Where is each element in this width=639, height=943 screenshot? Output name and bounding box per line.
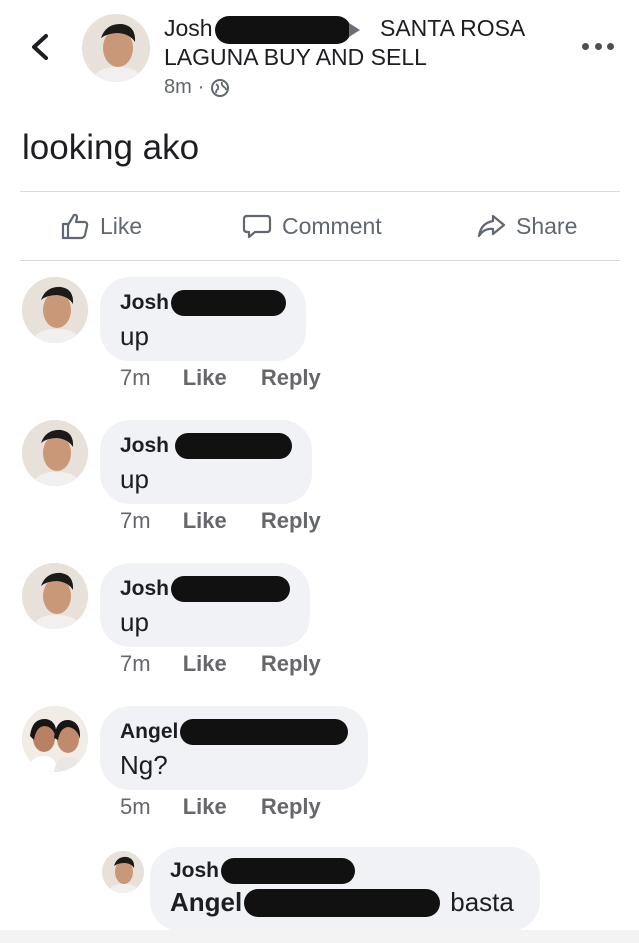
redaction-bar [244, 888, 441, 917]
more-options-button[interactable] [582, 36, 614, 56]
commenter-avatar[interactable] [22, 420, 88, 486]
comment-text: up [120, 607, 149, 637]
post-actions: Like Comment Share [0, 192, 639, 260]
comment-time: 7m [120, 508, 151, 533]
comment-meta: 7m Like Reply [120, 651, 349, 677]
commenter-name-row: Josh [120, 432, 292, 460]
redaction-bar [180, 719, 348, 745]
comment-bubble: Josh up [100, 277, 306, 361]
author-name[interactable]: Josh [164, 15, 213, 41]
post-meta: 8m · [164, 76, 230, 99]
arrow-right-icon [348, 22, 360, 37]
commenter-name[interactable]: Josh [120, 577, 169, 601]
reply-bubble: Josh Angel basta [150, 847, 540, 931]
commenter-avatar[interactable] [22, 706, 88, 772]
share-label: Share [516, 212, 578, 239]
group-name-line1[interactable]: SANTA ROSA [380, 15, 525, 41]
more-dot [582, 42, 589, 50]
redaction-bar [171, 576, 290, 602]
comment-time: 7m [120, 365, 151, 390]
like-button[interactable]: Like [60, 192, 142, 260]
post-time[interactable]: 8m [164, 76, 192, 99]
comment-time: 5m [120, 794, 151, 819]
share-button[interactable]: Share [476, 192, 577, 260]
comment-bubble: Angel Ng? [100, 706, 368, 790]
profile-photo [22, 420, 88, 486]
profile-photo [102, 851, 144, 893]
redaction-bar [214, 15, 351, 44]
chevron-left-icon [32, 34, 48, 60]
commenter-avatar[interactable] [22, 277, 88, 343]
commenter-name-row: Josh [120, 289, 286, 317]
reply-text-row: Angel basta [170, 887, 520, 918]
comment-icon [242, 214, 272, 239]
redaction-bar [171, 290, 286, 316]
comment-reply-button[interactable]: Reply [261, 794, 321, 819]
post-body: looking ako [22, 128, 200, 167]
comment-bubble: Josh up [100, 563, 310, 647]
replier-name-row: Josh [170, 857, 520, 885]
post-title[interactable]: Josh SANTA ROSA LAGUNA BUY AND SELL [164, 14, 564, 72]
commenter-name-row: Angel [120, 718, 348, 746]
mention-name[interactable]: Angel [170, 887, 242, 918]
profile-photo [22, 706, 88, 772]
like-label: Like [100, 212, 143, 239]
reply-text: basta [450, 887, 514, 917]
globe-icon [211, 78, 230, 97]
comment-reply-button[interactable]: Reply [261, 651, 321, 676]
commenter-avatar[interactable] [22, 563, 88, 629]
share-arrow-icon [477, 214, 506, 238]
replier-avatar[interactable] [102, 851, 144, 893]
redaction-bar [175, 433, 292, 459]
replier-name[interactable]: Josh [170, 859, 219, 883]
comment-like-button[interactable]: Like [183, 651, 227, 676]
comment-text: up [120, 464, 149, 494]
comment-time: 7m [120, 651, 151, 676]
back-button[interactable] [28, 30, 52, 64]
comment-button[interactable]: Comment [242, 192, 382, 260]
author-avatar[interactable] [82, 14, 150, 82]
comment-reply-button[interactable]: Reply [261, 508, 321, 533]
profile-photo [22, 277, 88, 343]
comment-meta: 5m Like Reply [120, 794, 349, 820]
group-name-line2[interactable]: LAGUNA BUY AND SELL [164, 43, 564, 72]
redaction-bar [221, 858, 356, 884]
divider [20, 260, 620, 261]
post-header: Josh SANTA ROSA LAGUNA BUY AND SELL 8m · [0, 0, 639, 110]
meta-separator: · [197, 76, 205, 98]
comment-like-button[interactable]: Like [183, 794, 227, 819]
commenter-name[interactable]: Angel [120, 720, 178, 744]
bottom-edge [0, 930, 639, 943]
comment-like-button[interactable]: Like [183, 508, 227, 533]
comment-label: Comment [282, 212, 382, 239]
profile-photo [82, 14, 150, 82]
comment-reply-button[interactable]: Reply [261, 365, 321, 390]
profile-photo [22, 563, 88, 629]
more-dot [607, 42, 614, 50]
comment-meta: 7m Like Reply [120, 508, 349, 534]
commenter-name-row: Josh [120, 575, 290, 603]
comment-text: up [120, 321, 149, 351]
more-dot [594, 42, 602, 50]
comment-like-button[interactable]: Like [183, 365, 227, 390]
thumbs-up-icon [61, 213, 89, 240]
comment-meta: 7m Like Reply [120, 365, 349, 391]
commenter-name[interactable]: Josh [120, 434, 169, 458]
comment-bubble: Josh up [100, 420, 312, 504]
commenter-name[interactable]: Josh [120, 291, 169, 315]
comment-text: Ng? [120, 750, 168, 780]
